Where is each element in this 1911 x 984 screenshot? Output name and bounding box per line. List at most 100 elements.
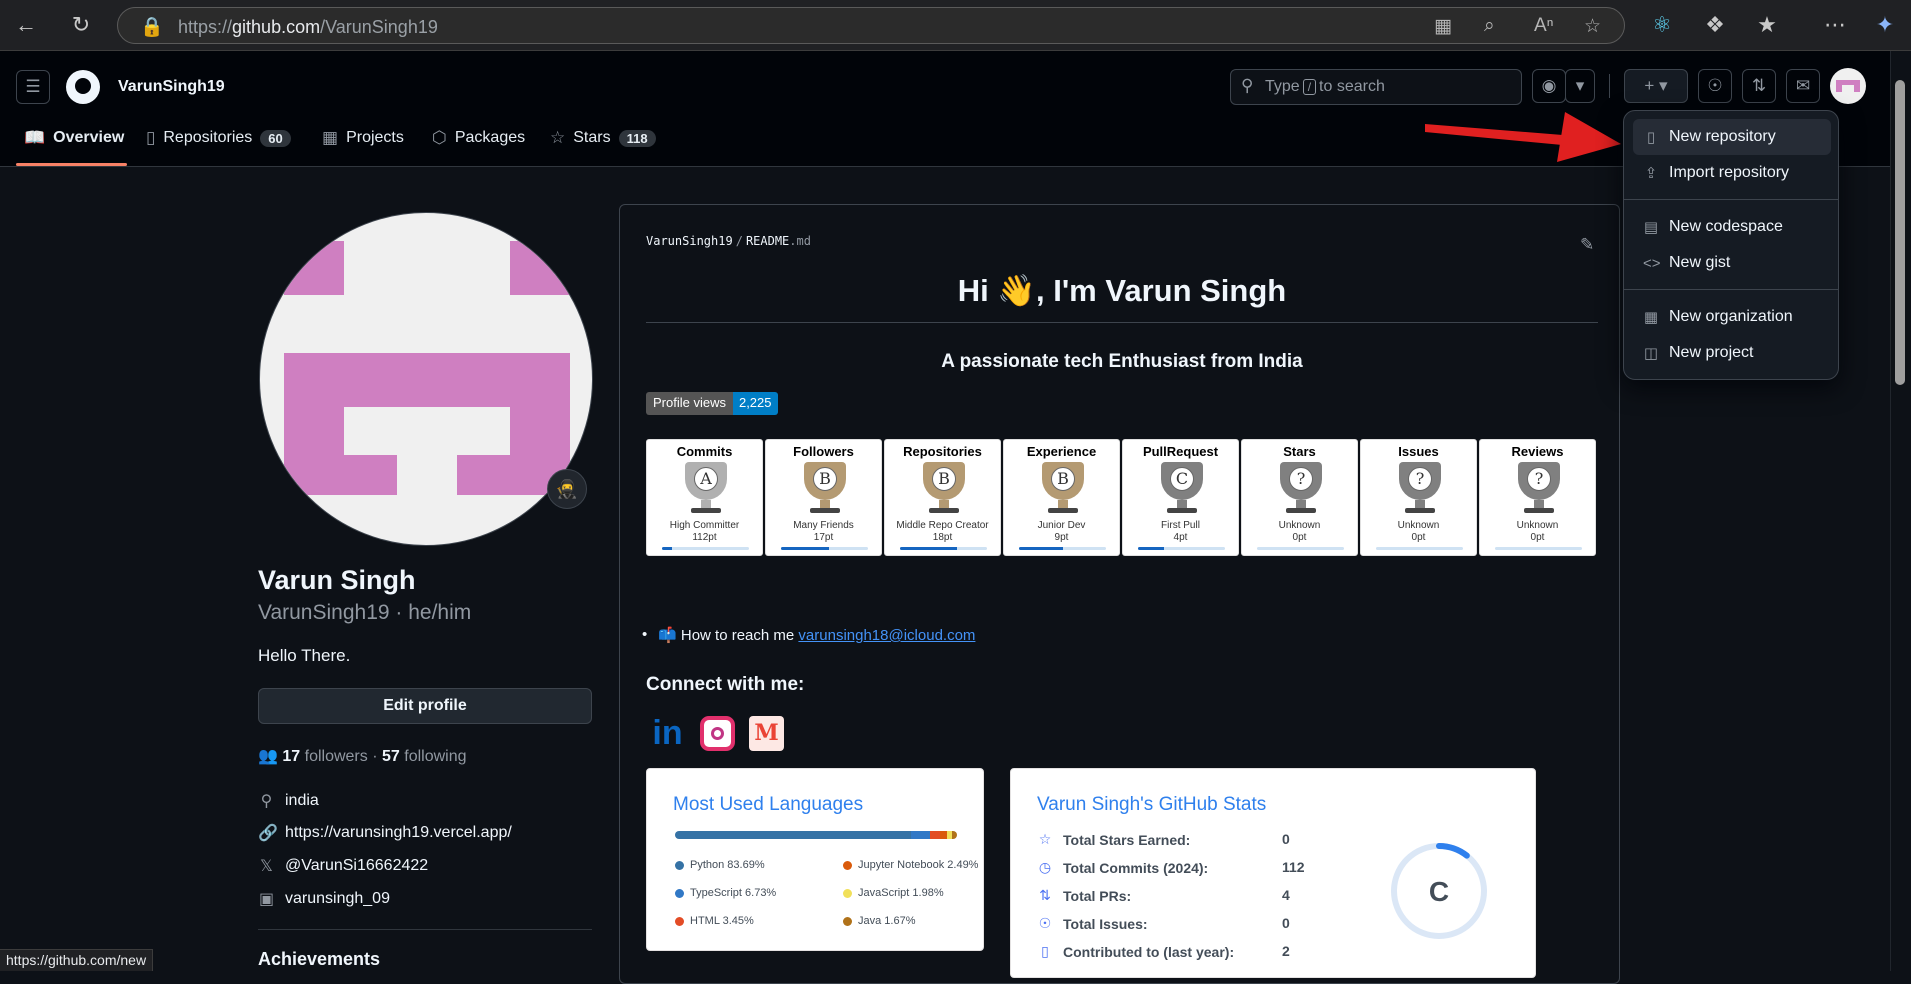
tab-stars[interactable]: ☆ Stars 118 [550, 128, 656, 148]
book-icon: 📖 [24, 128, 46, 147]
email-link[interactable]: varunsingh18@icloud.com [798, 627, 975, 644]
history-icon: ◷ [1038, 859, 1052, 875]
stat-row: ⇅ Total PRs: [1037, 887, 1131, 904]
readme-user-link[interactable]: VarunSingh19 [646, 234, 733, 248]
repo-icon: ▯ [1041, 943, 1049, 959]
user-avatar[interactable] [1830, 68, 1866, 104]
website-link[interactable]: 🔗 https://varunsingh19.vercel.app/ [258, 823, 512, 843]
trophy-progress [1019, 547, 1063, 550]
language-item: Jupyter Notebook 2.49% [843, 859, 978, 871]
copilot-button[interactable]: ◉ [1532, 69, 1566, 103]
link-icon: 🔗 [258, 825, 278, 842]
repo-push-icon: ⇪ [1644, 165, 1658, 182]
scrollbar-thumb[interactable] [1895, 80, 1905, 385]
copilot-icon[interactable]: ✦ [1870, 10, 1900, 40]
status-emoji-button[interactable]: 🥷 [547, 469, 587, 509]
extensions-icon[interactable]: ❖ [1700, 10, 1730, 40]
react-devtools-icon[interactable]: ⚛ [1647, 10, 1677, 40]
stat-row: ◷ Total Commits (2024): [1038, 859, 1209, 876]
read-aloud-icon[interactable]: Aⁿ [1534, 15, 1554, 37]
trophy-icon: ? [1518, 462, 1560, 500]
people-icon: 👥 [258, 748, 278, 765]
edit-readme-icon[interactable]: ✎ [1580, 235, 1594, 255]
profile-views-badge: Profile views 2,225 [646, 392, 778, 415]
search-input[interactable]: ⚲ Type / to search [1230, 69, 1522, 105]
stats-title: Varun Singh's GitHub Stats [1037, 794, 1267, 815]
trophy-card: Reviews? Unknown 0pt [1479, 439, 1596, 556]
edit-profile-button[interactable]: Edit profile [258, 688, 592, 724]
repo-icon: ▯ [1646, 129, 1656, 146]
trophy-icon: A [685, 462, 727, 500]
language-segment [675, 831, 911, 839]
list-item: • 📫 How to reach me varunsingh18@icloud.c… [642, 626, 976, 644]
menu-icon[interactable]: ☰ [16, 70, 50, 104]
menu-item-new-codespace[interactable]: ▤ New codespace [1633, 209, 1831, 245]
instagram-icon[interactable] [700, 716, 735, 751]
trophy-icon: C [1161, 462, 1203, 500]
language-item: HTML 3.45% [675, 915, 754, 927]
profile-avatar[interactable] [259, 212, 593, 546]
github-logo-icon[interactable] [66, 70, 100, 104]
medium-icon[interactable]: M [749, 716, 784, 751]
star-icon: ☆ [550, 128, 566, 147]
language-item: TypeScript 6.73% [675, 887, 776, 899]
achievements-heading[interactable]: Achievements [258, 949, 380, 970]
linkedin-icon[interactable]: in [650, 716, 685, 751]
favorite-icon[interactable]: ☆ [1584, 15, 1601, 38]
reload-icon[interactable]: ↻ [66, 10, 96, 40]
tab-packages[interactable]: ⬡ Packages [432, 128, 525, 148]
favorites-icon[interactable]: ★ [1752, 10, 1782, 40]
stat-value: 112 [1282, 859, 1305, 875]
trophy-icon: B [804, 462, 846, 500]
trophy-card: Followers B Many Friends 17pt [765, 439, 882, 556]
instagram-link[interactable]: ▣ varunsingh_09 [258, 889, 390, 909]
url-text: https://github.com/VarunSingh19 [178, 17, 438, 37]
tab-projects[interactable]: ▦ Projects [322, 128, 404, 148]
stat-value: 4 [1282, 887, 1290, 903]
pr-icon: ⇅ [1039, 887, 1051, 903]
header-username[interactable]: VarunSingh19 [118, 78, 225, 96]
address-bar[interactable]: 🔒 https://github.com/VarunSingh19 ▦ ⌕ Aⁿ… [117, 7, 1625, 44]
stat-value: 2 [1282, 943, 1290, 959]
languages-bar [675, 831, 957, 839]
divider [258, 929, 592, 930]
twitter-link[interactable]: 𝕏 @VarunSi16662422 [258, 856, 428, 876]
menu-item-new-organization[interactable]: ▦ New organization [1633, 299, 1831, 335]
pull-requests-icon[interactable]: ⇅ [1742, 69, 1776, 103]
followers-link[interactable]: 17 followers [282, 748, 367, 765]
code-icon: <> [1643, 254, 1661, 272]
package-icon: ⬡ [432, 128, 447, 147]
language-segment [939, 831, 947, 839]
back-icon[interactable]: ← [11, 10, 41, 40]
lock-icon[interactable]: 🔒 [140, 15, 164, 39]
following-link[interactable]: 57 following [382, 748, 467, 765]
copilot-dropdown[interactable]: ▾ [1565, 69, 1595, 103]
apps-icon[interactable]: ▦ [1434, 15, 1452, 38]
tab-repositories[interactable]: ▯ Repositories 60 [146, 128, 291, 148]
inbox-icon[interactable]: ✉ [1786, 69, 1820, 103]
stat-row: ☉ Total Issues: [1038, 915, 1148, 932]
more-icon[interactable]: ⋯ [1820, 10, 1850, 40]
location: ⚲ india [258, 791, 319, 811]
trophy-icon: B [1042, 462, 1084, 500]
menu-item-new-repository[interactable]: ▯ New repository [1633, 119, 1831, 155]
profile-bio: Hello There. [258, 646, 351, 665]
browser-toolbar: ← ↻ 🔒 https://github.com/VarunSingh19 ▦ … [0, 0, 1911, 51]
menu-item-new-project[interactable]: ◫ New project [1633, 335, 1831, 371]
language-segment [952, 831, 957, 839]
menu-item-import-repository[interactable]: ⇪ Import repository [1633, 155, 1831, 191]
create-new-button[interactable]: + ▾ [1624, 69, 1688, 103]
tab-overview[interactable]: 📖 Overview [24, 128, 124, 148]
stat-row: ▯ Contributed to (last year): [1037, 943, 1234, 960]
readme-tagline: A passionate tech Enthusiast from India [941, 351, 1303, 372]
grade-letter: C [1429, 876, 1449, 907]
status-bar-url: https://github.com/new [0, 949, 154, 971]
trophy-progress [900, 547, 957, 550]
stats-card[interactable]: Varun Singh's GitHub Stats ☆ Total Stars … [1010, 768, 1536, 978]
stat-value: 0 [1282, 915, 1290, 931]
issues-icon[interactable]: ☉ [1698, 69, 1732, 103]
languages-card[interactable]: Most Used Languages Python 83.69% Jupyter… [646, 768, 984, 951]
menu-item-new-gist[interactable]: <> New gist [1633, 245, 1831, 281]
trophy-icon: ? [1399, 462, 1441, 500]
zoom-icon[interactable]: ⌕ [1484, 15, 1495, 37]
